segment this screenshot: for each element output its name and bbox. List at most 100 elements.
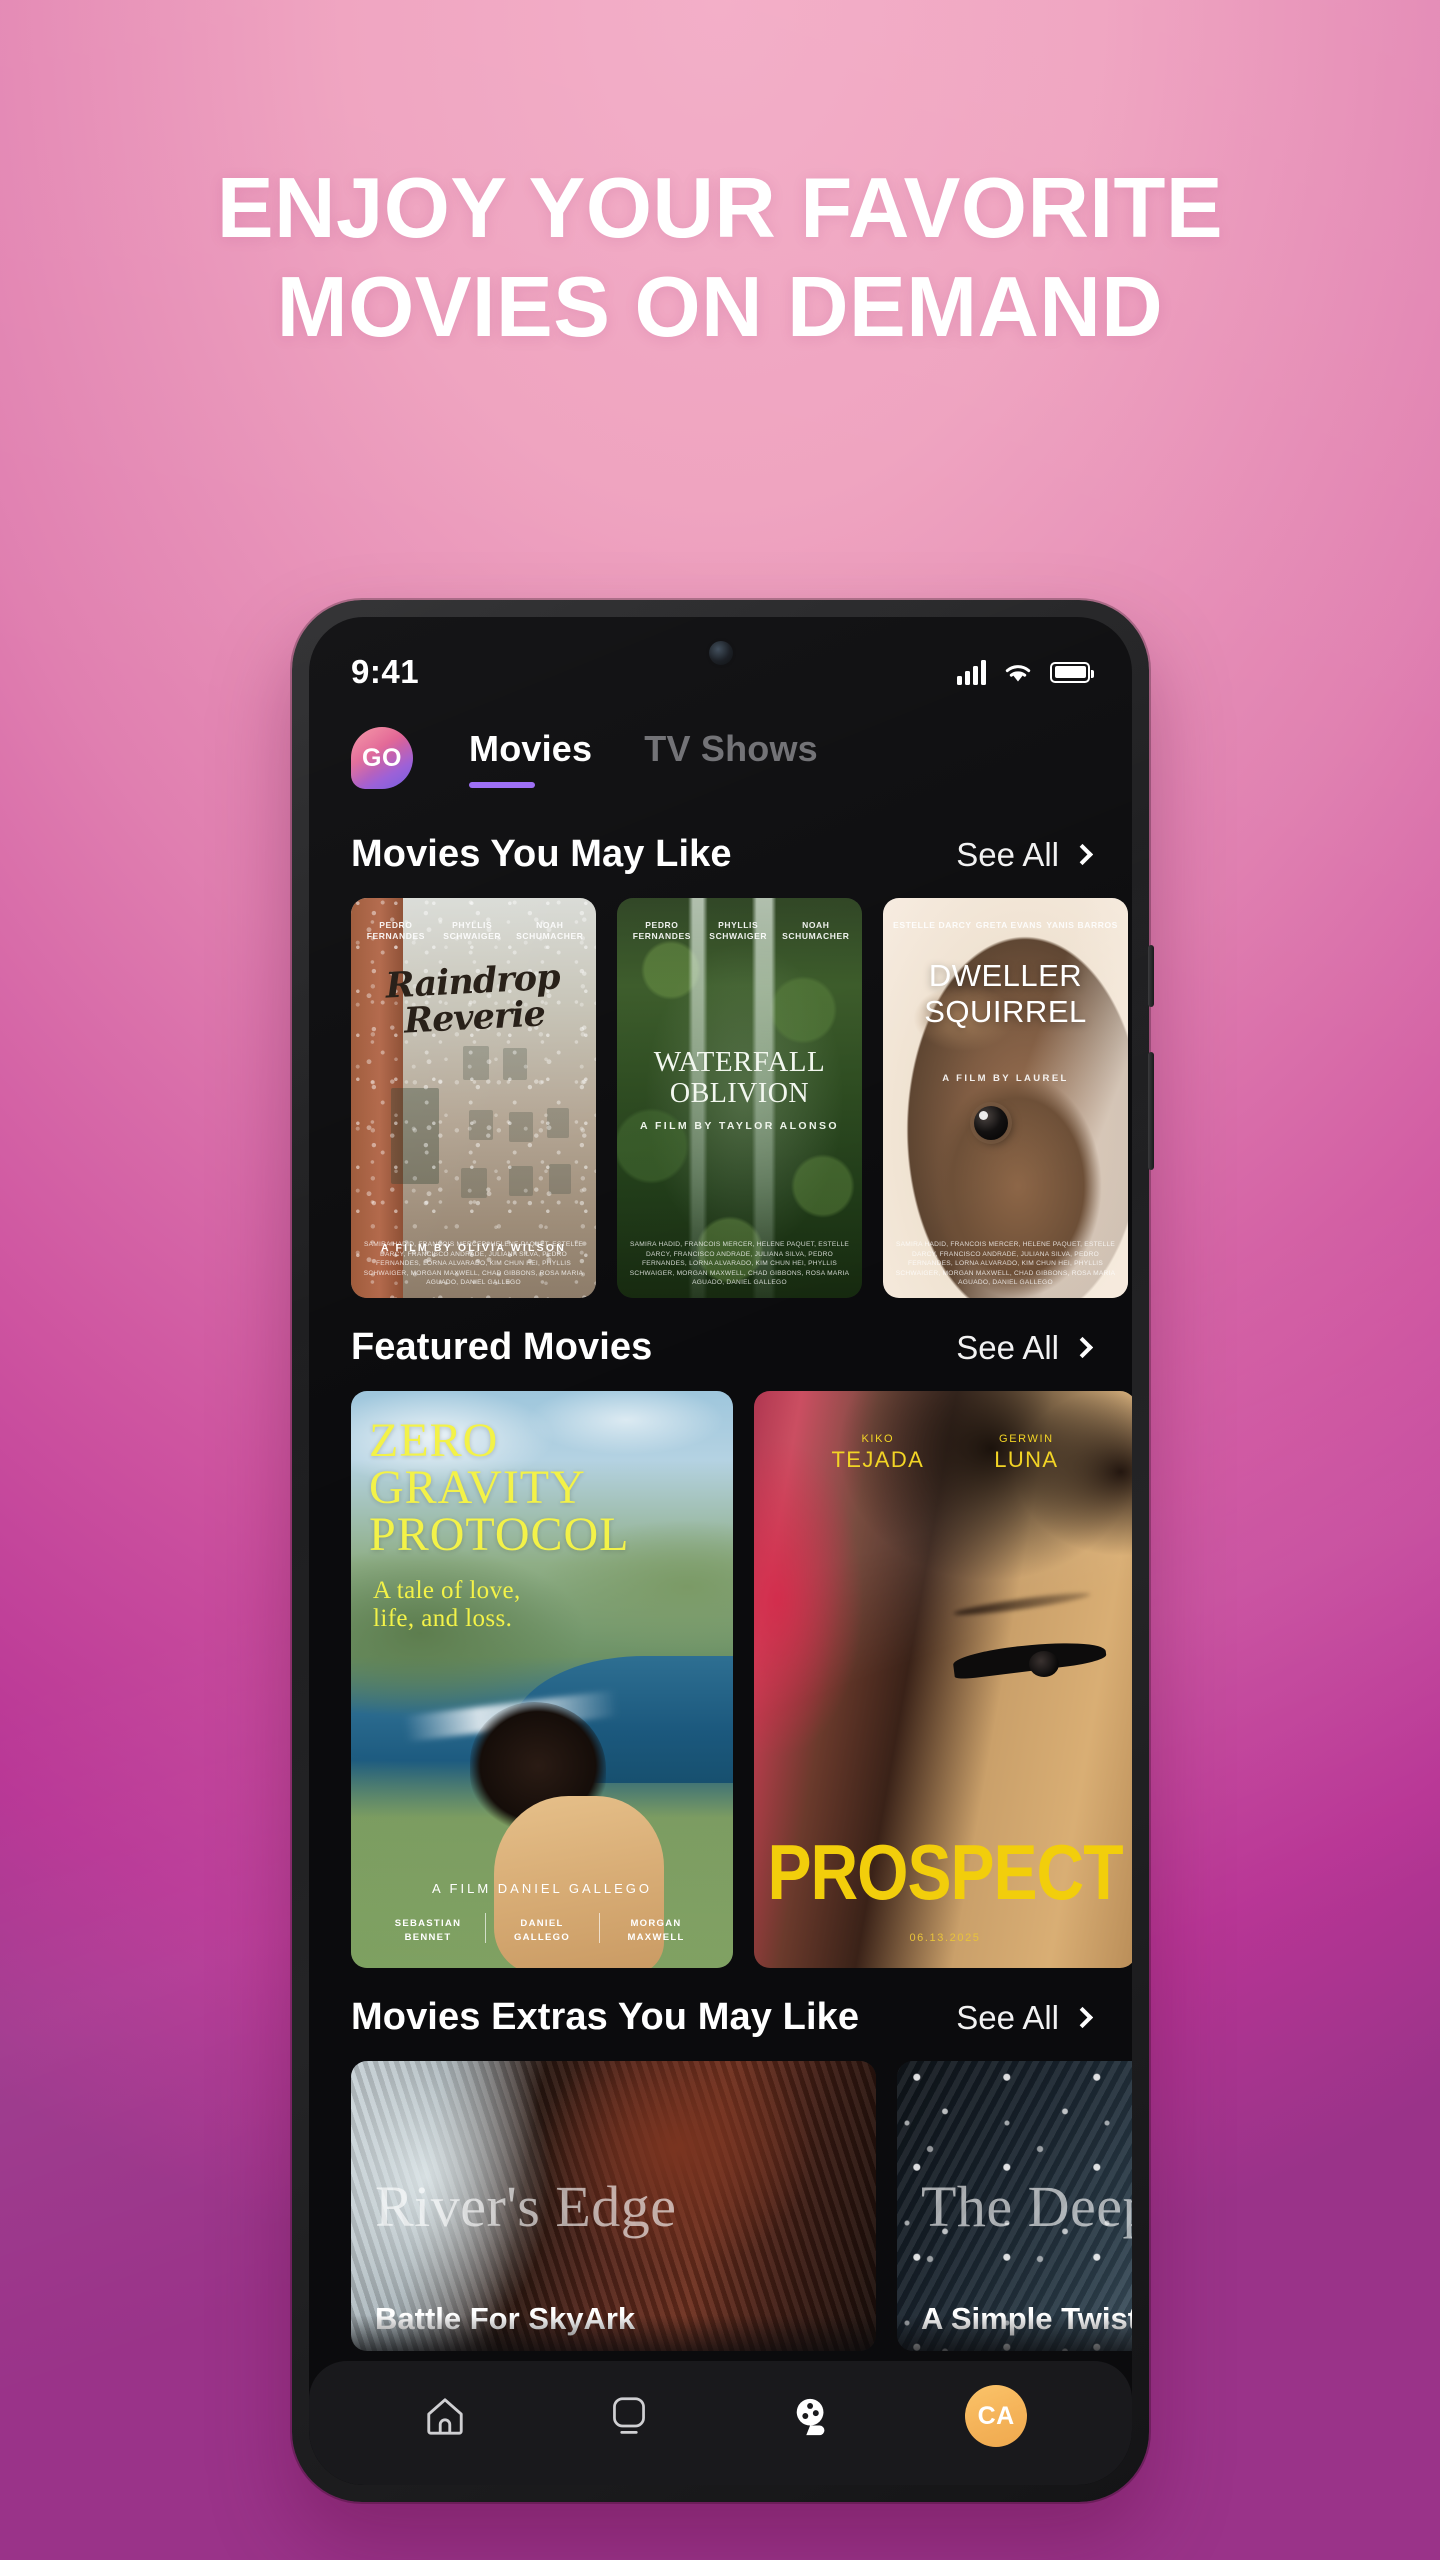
- cast-first: GERWIN: [999, 1433, 1054, 1445]
- cast-last: BENNET: [404, 1931, 452, 1943]
- cellular-signal-icon: [957, 659, 986, 685]
- bottom-navigation: CA: [309, 2361, 1132, 2485]
- app-logo[interactable]: GO: [351, 727, 413, 789]
- featured-tagline-line1: A tale of love,: [373, 1577, 521, 1604]
- movie-card-dweller-squirrel[interactable]: ESTELLE DARCY GRETA EVANS YANIS BARROS D…: [883, 898, 1128, 1298]
- featured-card-zero-gravity-protocol[interactable]: ZERO GRAVITY PROTOCOL A tale of love, li…: [351, 1391, 733, 1968]
- rail-featured-movies[interactable]: ZERO GRAVITY PROTOCOL A tale of love, li…: [309, 1391, 1132, 1968]
- featured-title-line1: ZERO: [369, 1414, 499, 1467]
- scroll-content[interactable]: Movies You May Like See All PEDRO FERNAN…: [309, 789, 1132, 2485]
- tab-movies[interactable]: Movies: [469, 728, 592, 788]
- extra-card-a-simple-twist-of[interactable]: The Deep A Simple Twist of: [897, 2061, 1132, 2351]
- cast-first: DANIEL: [520, 1918, 564, 1930]
- squirrel-eye: [973, 1106, 1008, 1140]
- artwork-eyeliner: [951, 1635, 1107, 1681]
- avatar[interactable]: CA: [965, 2385, 1028, 2447]
- tab-movies-label: Movies: [469, 728, 593, 769]
- rail-movies-you-may-like[interactable]: PEDRO FERNANDES PHYLLIS SCHWAIGER NOAH S…: [309, 898, 1132, 1298]
- see-all-movies-extras[interactable]: See All: [956, 1999, 1094, 2037]
- cast-name: PEDRO FERNANDES: [366, 920, 426, 942]
- see-all-featured-movies[interactable]: See All: [956, 1329, 1094, 1367]
- section-title: Movies You May Like: [351, 833, 732, 875]
- featured-title-line3: PROTOCOL: [369, 1508, 630, 1562]
- tab-tv-shows[interactable]: TV Shows: [644, 728, 818, 788]
- cast-name: PEDRO FERNANDES: [632, 920, 692, 942]
- artwork-iris: [1029, 1650, 1060, 1677]
- movie-card-raindrop-reverie[interactable]: PEDRO FERNANDES PHYLLIS SCHWAIGER NOAH S…: [351, 898, 596, 1298]
- poster-title: WATERFALL OBLIVION: [617, 1046, 862, 1110]
- home-icon: [427, 2398, 463, 2435]
- cast-member: MORGAN MAXWELL: [599, 1913, 713, 1944]
- chevron-right-icon: [1071, 843, 1094, 866]
- featured-title: PROSPECT: [767, 1828, 1123, 1916]
- phone-screen: 9:41 GO Movies TV Shows Movies You May L…: [309, 617, 1132, 2485]
- featured-director: A FILM DANIEL GALLEGO: [431, 1881, 652, 1896]
- section-header-featured-movies: Featured Movies See All: [309, 1326, 1132, 1369]
- content-type-tabs: Movies TV Shows: [469, 728, 818, 788]
- poster-building-windows: [351, 898, 596, 1298]
- cast-name: GRETA EVANS: [975, 920, 1043, 930]
- phone-mockup: 9:41 GO Movies TV Shows Movies You May L…: [292, 600, 1154, 2502]
- cast-last: LUNA: [994, 1447, 1059, 1472]
- phone-power-button[interactable]: [1148, 1052, 1154, 1170]
- extra-poster-text: The Deep: [921, 2174, 1132, 2239]
- poster-cast-top: PEDRO FERNANDES PHYLLIS SCHWAIGER NOAH S…: [617, 920, 862, 943]
- poster-credits: SAMIRA HADID, FRANCOIS MERCER, HELENE PA…: [629, 1241, 850, 1287]
- status-bar: 9:41: [309, 617, 1132, 713]
- app-bar: GO Movies TV Shows: [309, 713, 1132, 789]
- nav-item-home[interactable]: [409, 2380, 481, 2452]
- rail-movies-extras[interactable]: River's Edge Battle For SkyArk The Deep …: [309, 2061, 1132, 2351]
- featured-release-date: 06.13.2025: [909, 1932, 981, 1944]
- cast-first: SEBASTIAN: [394, 1918, 462, 1930]
- cast-last: TEJADA: [831, 1447, 925, 1472]
- chevron-right-icon: [1071, 2006, 1094, 2029]
- movie-card-waterfall-oblivion[interactable]: PEDRO FERNANDES PHYLLIS SCHWAIGER NOAH S…: [617, 898, 862, 1298]
- cast-name: NOAH SCHUMACHER: [516, 920, 584, 942]
- see-all-movies-you-may-like[interactable]: See All: [956, 836, 1094, 874]
- tv-icon: [612, 2397, 645, 2434]
- content-fade: [309, 2315, 1132, 2361]
- featured-title-line2: GRAVITY: [369, 1461, 586, 1515]
- poster-credits: SAMIRA HADID, FRANCOIS MERCER, HELENE PA…: [363, 1241, 584, 1287]
- section-title: Featured Movies: [351, 1326, 653, 1368]
- battery-full-icon: [1050, 661, 1094, 683]
- featured-title: ZERO GRAVITY PROTOCOL: [369, 1414, 721, 1562]
- nav-item-tv[interactable]: [593, 2380, 665, 2452]
- poster-title-line1: WATERFALL: [653, 1046, 826, 1078]
- featured-card-prospect[interactable]: KIKO TEJADA GERWIN LUNA PROSPECT 06.13.2…: [754, 1391, 1132, 1968]
- cast-last: GALLEGO: [513, 1931, 571, 1943]
- status-time: 9:41: [351, 653, 420, 690]
- cast-first: KIKO: [861, 1433, 895, 1445]
- featured-tagline-line2: life, and loss.: [373, 1605, 513, 1632]
- chevron-right-icon: [1071, 1336, 1094, 1359]
- promo-headline-line2: MOVIES ON DEMAND: [276, 259, 1164, 355]
- poster-artwork: [351, 898, 596, 1298]
- poster-cast-top: ESTELLE DARCY GRETA EVANS YANIS BARROS: [883, 920, 1128, 931]
- cast-member: SEBASTIAN BENNET: [371, 1917, 485, 1944]
- tab-tv-shows-label: TV Shows: [644, 728, 818, 769]
- nav-item-profile[interactable]: CA: [960, 2380, 1032, 2452]
- poster-credits: SAMIRA HADID, FRANCOIS MERCER, HELENE PA…: [895, 1241, 1116, 1287]
- cast-name: PHYLLIS SCHWAIGER: [709, 920, 768, 942]
- section-title: Movies Extras You May Like: [351, 1996, 860, 2038]
- front-camera-icon: [708, 641, 733, 665]
- promo-headline: ENJOY YOUR FAVORITE MOVIES ON DEMAND: [0, 160, 1440, 357]
- section-header-movies-extras: Movies Extras You May Like See All: [309, 1996, 1132, 2039]
- cast-first: MORGAN: [630, 1918, 682, 1930]
- section-header-movies-you-may-like: Movies You May Like See All: [309, 833, 1132, 876]
- cast-name: PHYLLIS SCHWAIGER: [443, 920, 502, 942]
- featured-cast: SEBASTIAN BENNET DANIEL GALLEGO MORGAN M…: [371, 1913, 713, 1944]
- poster-title-line1: DWELLER: [928, 958, 1083, 993]
- poster-title-line2: OBLIVION: [669, 1078, 810, 1110]
- nav-item-movies[interactable]: [776, 2380, 848, 2452]
- extra-poster-text: River's Edge: [375, 2174, 677, 2239]
- cast-last: MAXWELL: [627, 1931, 685, 1943]
- cast-name: ESTELLE DARCY: [893, 920, 972, 930]
- poster-cast-top: PEDRO FERNANDES PHYLLIS SCHWAIGER NOAH S…: [351, 920, 596, 943]
- phone-volume-button[interactable]: [1148, 945, 1154, 1007]
- extra-card-battle-for-skyark[interactable]: River's Edge Battle For SkyArk: [351, 2061, 876, 2351]
- poster-title: Raindrop Reverie: [351, 956, 596, 1042]
- status-icons: [957, 659, 1094, 685]
- cast-member: KIKO TEJADA: [831, 1433, 924, 1473]
- artwork-eyebrow: [952, 1589, 1091, 1619]
